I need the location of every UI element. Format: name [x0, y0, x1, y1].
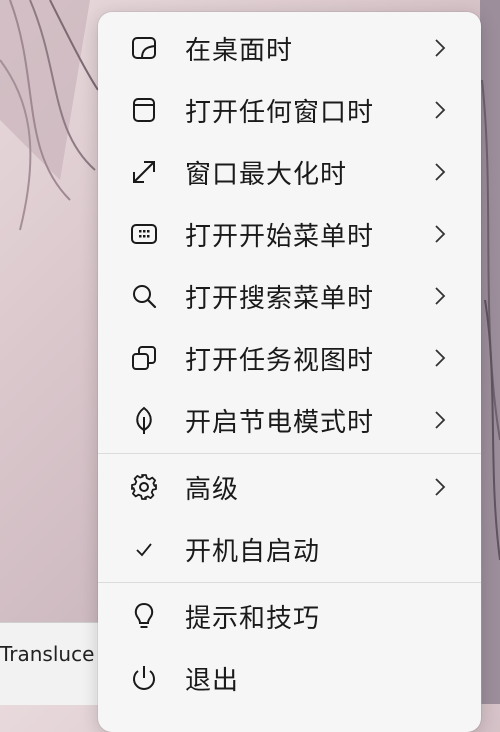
menu-item[interactable]: 打开任务视图时 — [98, 327, 481, 389]
menu-item-label: 打开开始菜单时 — [185, 221, 375, 252]
menu-item-label: 高级 — [185, 474, 240, 505]
menu-item[interactable]: 窗口最大化时 — [98, 141, 481, 203]
chevron-right-icon — [433, 285, 447, 307]
chevron-right-icon — [433, 409, 447, 431]
start-menu-icon — [128, 218, 160, 250]
desktop-icon — [128, 32, 160, 64]
chevron-right-icon — [433, 347, 447, 369]
chevron-right-icon — [433, 223, 447, 245]
maximize-icon — [128, 156, 160, 188]
menu-item-label: 开启节电模式时 — [185, 407, 375, 438]
menu-item[interactable]: 打开任何窗口时 — [98, 79, 481, 141]
menu-item-label: 窗口最大化时 — [185, 159, 348, 190]
menu-item-label: 打开任何窗口时 — [185, 97, 375, 128]
menu-item[interactable]: 开启节电模式时 — [98, 389, 481, 451]
background-partial-label: Transluce — [0, 642, 95, 666]
chevron-right-icon — [433, 37, 447, 59]
chevron-right-icon — [433, 161, 447, 183]
menu-item-label: 打开任务视图时 — [185, 345, 375, 376]
checkmark-icon — [128, 533, 160, 565]
task-view-icon — [128, 342, 160, 374]
menu-item[interactable]: 打开开始菜单时 — [98, 203, 481, 265]
window-icon — [128, 94, 160, 126]
menu-item-label: 提示和技巧 — [185, 603, 321, 634]
context-menu: 在桌面时打开任何窗口时 窗口最大化时 打开开始菜单时 打开搜索菜单时 打开任务视图时 开启… — [98, 12, 481, 732]
lightbulb-icon — [128, 600, 160, 632]
menu-item-label: 开机自启动 — [185, 536, 321, 567]
menu-item[interactable]: 在桌面时 — [98, 17, 481, 79]
leaf-icon — [128, 404, 160, 436]
menu-divider — [98, 453, 481, 454]
menu-item-label: 打开搜索菜单时 — [185, 283, 375, 314]
menu-item[interactable]: 退出 — [98, 647, 481, 709]
chevron-right-icon — [433, 476, 447, 498]
menu-item[interactable]: 打开搜索菜单时 — [98, 265, 481, 327]
menu-item-label: 退出 — [185, 665, 240, 696]
gear-icon — [128, 471, 160, 503]
menu-item-label: 在桌面时 — [185, 35, 294, 66]
menu-item[interactable]: 提示和技巧 — [98, 585, 481, 647]
menu-divider — [98, 582, 481, 583]
power-icon — [128, 662, 160, 694]
menu-item[interactable]: 开机自启动 — [98, 518, 481, 580]
chevron-right-icon — [433, 99, 447, 121]
menu-item[interactable]: 高级 — [98, 456, 481, 518]
search-icon — [128, 280, 160, 312]
